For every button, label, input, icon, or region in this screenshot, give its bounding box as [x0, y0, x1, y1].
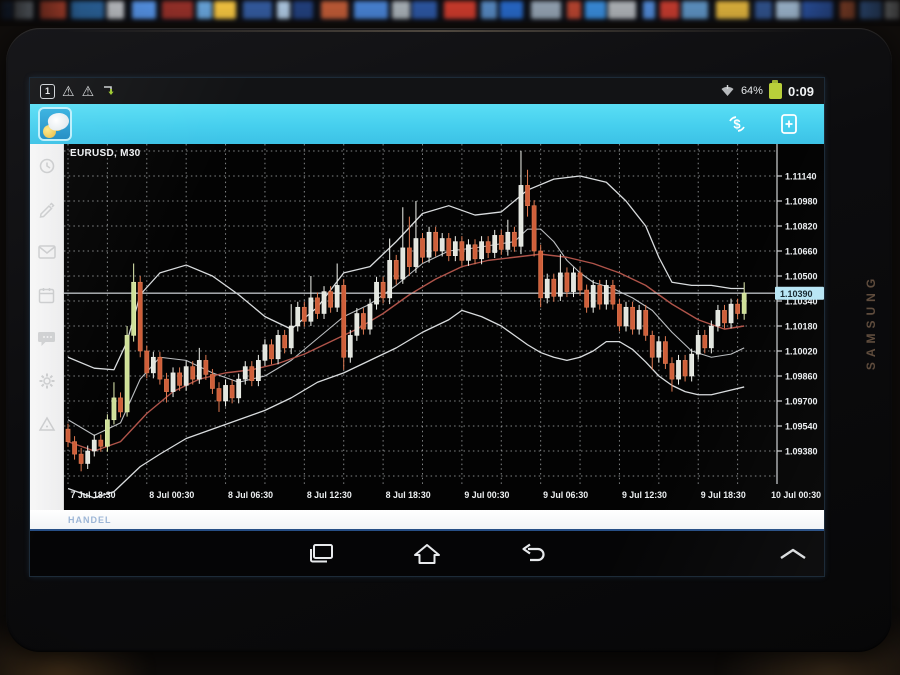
- svg-text:1.09540: 1.09540: [785, 421, 818, 431]
- sidebar-item-settings[interactable]: [37, 371, 57, 391]
- bull-icon: [46, 111, 70, 132]
- svg-text:$: $: [733, 117, 741, 132]
- pen-icon: [38, 200, 56, 218]
- svg-text:1.09380: 1.09380: [785, 446, 818, 456]
- expand-toolbar-button[interactable]: [776, 541, 810, 567]
- bottom-tab-bar: HANDEL: [30, 510, 824, 531]
- back-icon: [520, 543, 546, 565]
- recent-apps-icon: [308, 543, 334, 565]
- gear-icon: [38, 372, 56, 390]
- svg-text:1.10020: 1.10020: [785, 346, 818, 356]
- background-fade: [0, 0, 900, 26]
- svg-text:1.10180: 1.10180: [785, 321, 818, 331]
- metatrader-app-icon[interactable]: [38, 107, 72, 141]
- chart-symbol-label: EURUSD, M30: [70, 148, 141, 159]
- journal-icon: [38, 416, 56, 432]
- warning-icon: ⚠: [62, 84, 75, 98]
- clock-label: 0:09: [788, 84, 814, 99]
- notification-count-icon: 1: [40, 84, 55, 99]
- svg-text:10 Jul 00:30: 10 Jul 00:30: [771, 490, 821, 500]
- tablet-screen: 1 ⚠ ⚠ 64% 0:09: [30, 78, 824, 576]
- dollar-sync-icon: $: [725, 112, 749, 136]
- chevron-up-icon: [778, 547, 808, 561]
- samsung-logo: SAMSUNG: [864, 262, 880, 382]
- svg-text:1.10660: 1.10660: [785, 246, 818, 256]
- trade-currency-button[interactable]: $: [724, 111, 750, 137]
- sidebar-item-chat[interactable]: [37, 328, 57, 348]
- svg-text:1.10820: 1.10820: [785, 221, 818, 231]
- new-order-button[interactable]: [776, 111, 802, 137]
- svg-text:1.09700: 1.09700: [785, 396, 818, 406]
- wifi-icon: [720, 84, 735, 98]
- price-chart[interactable]: EURUSD, M30 1.11140 1.10980 1.10820 1.10660…: [64, 144, 824, 510]
- svg-text:7 Jul 18:30: 7 Jul 18:30: [71, 490, 116, 500]
- svg-text:8 Jul 00:30: 8 Jul 00:30: [149, 490, 194, 500]
- svg-text:8 Jul 06:30: 8 Jul 06:30: [228, 490, 273, 500]
- sidebar-item-mail[interactable]: [37, 242, 57, 262]
- sidebar: [30, 144, 64, 510]
- svg-text:9 Jul 06:30: 9 Jul 06:30: [543, 490, 588, 500]
- new-order-icon: [778, 112, 800, 136]
- svg-text:9 Jul 12:30: 9 Jul 12:30: [622, 490, 667, 500]
- svg-text:8 Jul 18:30: 8 Jul 18:30: [386, 490, 431, 500]
- recent-apps-button[interactable]: [304, 541, 338, 567]
- svg-text:1.09860: 1.09860: [785, 371, 818, 381]
- svg-text:1.10980: 1.10980: [785, 196, 818, 206]
- sidebar-item-quotes[interactable]: [37, 156, 57, 176]
- svg-text:1.11140: 1.11140: [785, 171, 817, 181]
- sidebar-item-journal[interactable]: [37, 414, 57, 434]
- svg-text:8 Jul 12:30: 8 Jul 12:30: [307, 490, 352, 500]
- app-body: EURUSD, M30 1.11140 1.10980 1.10820 1.10660…: [30, 144, 824, 510]
- home-button[interactable]: [410, 541, 444, 567]
- back-button[interactable]: [516, 541, 550, 567]
- svg-text:1.10500: 1.10500: [785, 271, 818, 281]
- svg-text:1.10390: 1.10390: [780, 289, 813, 299]
- app-toolbar: $: [30, 104, 824, 144]
- quotes-icon: [38, 157, 56, 175]
- mail-icon: [38, 245, 56, 259]
- battery-icon: [769, 83, 782, 99]
- android-nav-bar: [30, 531, 824, 576]
- usb-debug-icon: [101, 83, 117, 99]
- status-bar: 1 ⚠ ⚠ 64% 0:09: [30, 78, 824, 104]
- home-icon: [413, 543, 441, 565]
- warning-icon: ⚠: [82, 84, 95, 98]
- calendar-icon: [38, 287, 55, 304]
- sidebar-item-calendar[interactable]: [37, 285, 57, 305]
- svg-text:9 Jul 00:30: 9 Jul 00:30: [464, 490, 509, 500]
- chart-svg: 1.11140 1.10980 1.10820 1.10660 1.10500 1.103…: [64, 144, 824, 510]
- tablet-device: SAMSUNG 1 ⚠ ⚠ 64% 0:09: [6, 28, 892, 652]
- tab-trade[interactable]: HANDEL: [68, 515, 112, 525]
- svg-text:9 Jul 18:30: 9 Jul 18:30: [701, 490, 746, 500]
- sidebar-item-charts[interactable]: [37, 199, 57, 219]
- battery-percent-label: 64%: [741, 85, 763, 97]
- chat-icon: [38, 330, 56, 347]
